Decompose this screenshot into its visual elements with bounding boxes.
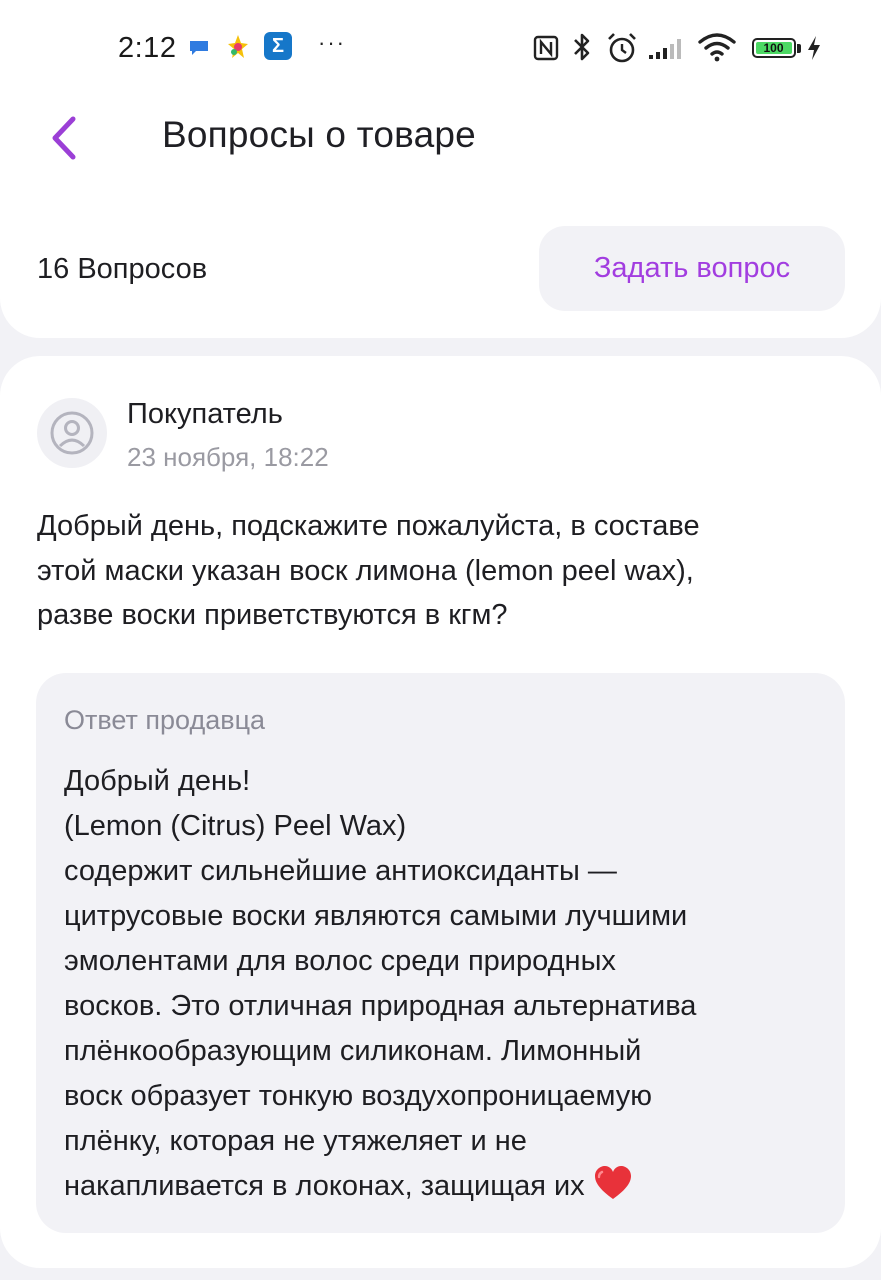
battery-level: 100 — [755, 42, 792, 54]
answer-text: Добрый день! (Lemon (Citrus) Peel Wax) с… — [64, 765, 697, 1202]
user-icon — [50, 411, 94, 455]
status-time: 2:12 — [118, 32, 177, 64]
status-bar: 2:12 Σ ··· 100 — [0, 22, 881, 76]
more-notifications-icon: ··· — [318, 30, 346, 55]
question-author: Покупатель — [127, 398, 283, 430]
app-notification-icon — [227, 34, 249, 60]
answer-label: Ответ продавца — [64, 705, 266, 735]
sigma-app-icon: Σ — [264, 32, 292, 60]
charging-bolt-icon — [806, 34, 822, 62]
ask-question-button[interactable]: Задать вопрос — [539, 226, 845, 311]
question-text: Добрый день, подскажите пожалуйста, в со… — [37, 510, 700, 631]
back-button[interactable] — [34, 108, 94, 168]
top-panel: 2:12 Σ ··· 100 Вопросы о товаре 16 Вопро… — [0, 0, 881, 338]
question-date: 23 ноября, 18:22 — [127, 442, 329, 472]
message-notification-icon — [188, 39, 210, 57]
heart-icon — [593, 1165, 633, 1215]
bluetooth-icon — [571, 31, 593, 63]
answer-body: Добрый день! (Lemon (Citrus) Peel Wax) с… — [64, 759, 834, 1215]
battery-icon: 100 — [749, 35, 803, 61]
battery-tip — [796, 43, 801, 53]
app-header: Вопросы о товаре — [0, 96, 881, 180]
chevron-left-icon — [52, 116, 76, 160]
seller-answer: Ответ продавца Добрый день! (Lemon (Citr… — [36, 673, 845, 1233]
nfc-icon — [532, 34, 560, 62]
question-card: Покупатель 23 ноября, 18:22 Добрый день,… — [0, 356, 881, 1268]
battery-body: 100 — [751, 38, 796, 58]
page-title: Вопросы о товаре — [162, 114, 476, 155]
cellular-signal-icon — [648, 36, 688, 60]
alarm-clock-icon — [605, 31, 639, 65]
questions-count: 16 Вопросов — [37, 253, 208, 285]
avatar — [37, 398, 107, 468]
wifi-icon — [697, 32, 737, 62]
